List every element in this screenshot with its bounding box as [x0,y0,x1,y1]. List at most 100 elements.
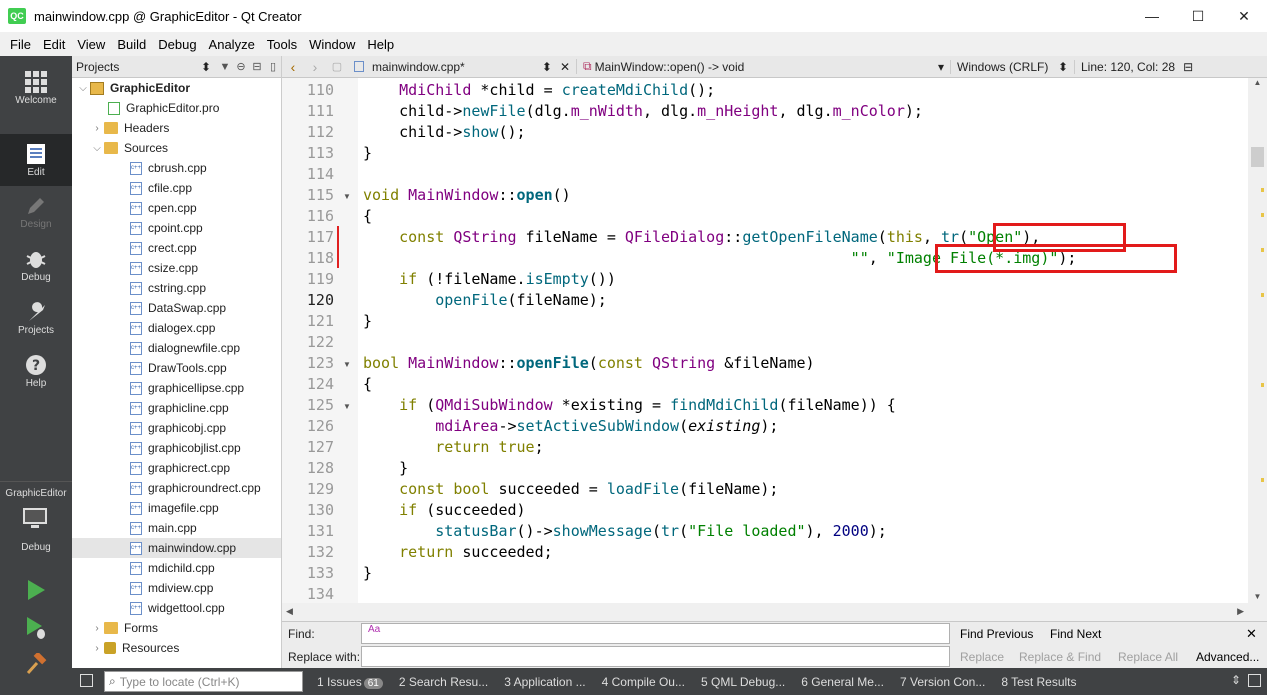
find-input[interactable]: Aa [361,623,950,644]
horizontal-scrollbar[interactable]: ◀ ▶ [282,603,1248,621]
filter-icon[interactable]: ▼ [217,61,233,73]
fold-marker-icon[interactable]: ▼ [343,192,351,201]
tree-item-resources[interactable]: › Resources [72,638,281,658]
scroll-left-icon[interactable]: ◀ [286,606,293,617]
chevron-right-icon[interactable]: › [90,123,104,134]
tree-item-file[interactable]: c++ widgettool.cpp [72,598,281,618]
tree-item-headers[interactable]: › Headers [72,118,281,138]
vertical-scrollbar[interactable]: ▲ ▼ [1248,78,1267,603]
document-selector[interactable]: mainwindow.cpp* ⬍ ✕ [348,60,576,74]
output-tab-version-control[interactable]: 7 Version Con... [892,675,993,689]
expand-arrow-icon[interactable]: ⌵ [76,83,90,94]
tree-item-file[interactable]: c++ dialogex.cpp [72,318,281,338]
close-find-icon[interactable]: ✕ [1246,626,1257,642]
tree-item-file[interactable]: c++ cpen.cpp [72,198,281,218]
tree-item-file[interactable]: c++ cfile.cpp [72,178,281,198]
chevron-right-icon[interactable]: › [90,623,104,634]
output-tab-search-results[interactable]: 2 Search Resu... [391,675,496,689]
tree-item-root[interactable]: ⌵ GraphicEditor [72,78,281,98]
menu-debug[interactable]: Debug [152,37,202,52]
toggle-output-icon[interactable] [1248,674,1261,687]
toggle-sidebar-icon[interactable] [80,674,93,687]
advanced-button[interactable]: Advanced... [1196,650,1259,664]
tree-item-file[interactable]: c++ cbrush.cpp [72,158,281,178]
scroll-down-icon[interactable]: ▼ [1248,592,1267,601]
link-icon[interactable]: ⊖ [233,60,249,73]
scroll-up-icon[interactable]: ▲ [1248,78,1267,87]
tree-item-pro[interactable]: GraphicEditor.pro [72,98,281,118]
build-button[interactable] [22,650,50,678]
tree-item-file[interactable]: c++ mainwindow.cpp [72,538,281,558]
forward-arrow-icon[interactable]: › [304,59,326,75]
tree-item-forms[interactable]: › Forms [72,618,281,638]
tree-item-file[interactable]: c++ DrawTools.cpp [72,358,281,378]
find-next-button[interactable]: Find Next [1050,627,1101,641]
tree-item-file[interactable]: c++ crect.cpp [72,238,281,258]
tree-item-file[interactable]: c++ mdichild.cpp [72,558,281,578]
tree-item-file[interactable]: c++ graphicline.cpp [72,398,281,418]
locator-input[interactable]: ⌕ Type to locate (Ctrl+K) [104,671,303,692]
code-area[interactable]: MdiChild *child = createMdiChild(); chil… [363,78,1248,603]
split-icon[interactable]: ⊟ [249,60,265,73]
mode-welcome[interactable]: Welcome [0,62,72,114]
mode-help[interactable]: ? Help [0,345,72,397]
menu-file[interactable]: File [4,37,37,52]
output-tab-qml-debugger[interactable]: 5 QML Debug... [693,675,793,689]
replace-input[interactable] [361,646,950,667]
menu-analyze[interactable]: Analyze [203,37,261,52]
output-tab-compile-output[interactable]: 4 Compile Ou... [594,675,693,689]
tree-item-file[interactable]: c++ cstring.cpp [72,278,281,298]
maximize-button[interactable]: ☐ [1175,0,1221,32]
tree-item-file[interactable]: c++ graphicroundrect.cpp [72,478,281,498]
panel-view-selector[interactable]: Projects ⬍ [76,60,217,74]
fold-marker-icon[interactable]: ▼ [343,360,351,369]
scroll-right-icon[interactable]: ▶ [1237,606,1244,617]
tree-item-file[interactable]: c++ main.cpp [72,518,281,538]
menu-tools[interactable]: Tools [261,37,303,52]
cursor-position[interactable]: Line: 120, Col: 28 ⊟ [1074,59,1193,74]
replace-all-button[interactable]: Replace All [1118,650,1178,664]
minimize-button[interactable]: — [1129,0,1175,32]
menu-edit[interactable]: Edit [37,37,71,52]
mode-debug[interactable]: Debug [0,239,72,291]
replace-button[interactable]: Replace [960,650,1004,664]
function-selector[interactable]: ⧉ MainWindow::open() -> void ▾ [576,59,950,74]
kit-selector[interactable] [22,507,48,534]
output-tab-test-results[interactable]: 8 Test Results [993,675,1084,689]
tree-item-file[interactable]: c++ graphicellipse.cpp [72,378,281,398]
debug-run-button[interactable] [22,614,50,642]
tree-item-file[interactable]: c++ graphicrect.cpp [72,458,281,478]
chevron-down-icon[interactable]: ⌵ [90,143,104,154]
find-previous-button[interactable]: Find Previous [960,627,1033,641]
menu-help[interactable]: Help [361,37,400,52]
tree-item-sources[interactable]: ⌵ Sources [72,138,281,158]
tree-item-file[interactable]: c++ imagefile.cpp [72,498,281,518]
split-editor-icon[interactable]: ⊟ [1183,60,1193,74]
tree-item-file[interactable]: c++ csize.cpp [72,258,281,278]
run-button[interactable] [22,576,50,604]
replace-find-button[interactable]: Replace & Find [1019,650,1101,664]
output-arrows-icon[interactable]: ⇕ [1231,673,1241,687]
close-panel-icon[interactable]: ▯ [265,60,281,73]
menu-view[interactable]: View [71,37,111,52]
output-tab-issues[interactable]: 1 Issues 61 [309,675,391,689]
close-document-icon[interactable]: ✕ [560,60,570,74]
output-tab-application-output[interactable]: 3 Application ... [496,675,593,689]
tree-item-file[interactable]: c++ mdiview.cpp [72,578,281,598]
fold-marker-icon[interactable]: ▼ [343,402,351,411]
tree-item-file[interactable]: c++ graphicobj.cpp [72,418,281,438]
mode-edit[interactable]: Edit [0,134,72,186]
close-button[interactable]: ✕ [1221,0,1267,32]
tree-item-file[interactable]: c++ DataSwap.cpp [72,298,281,318]
output-tab-general-messages[interactable]: 6 General Me... [793,675,892,689]
back-arrow-icon[interactable]: ‹ [282,59,304,75]
scroll-thumb[interactable] [1251,147,1264,167]
mode-projects[interactable]: Projects [0,292,72,344]
encoding-selector[interactable]: Windows (CRLF) ⬍ [950,59,1074,74]
tree-item-file[interactable]: c++ cpoint.cpp [72,218,281,238]
tree-item-file[interactable]: c++ dialognewfile.cpp [72,338,281,358]
tree-item-file[interactable]: c++ graphicobjlist.cpp [72,438,281,458]
menu-window[interactable]: Window [303,37,361,52]
mode-design[interactable]: Design [0,186,72,238]
chevron-right-icon[interactable]: › [90,643,104,654]
